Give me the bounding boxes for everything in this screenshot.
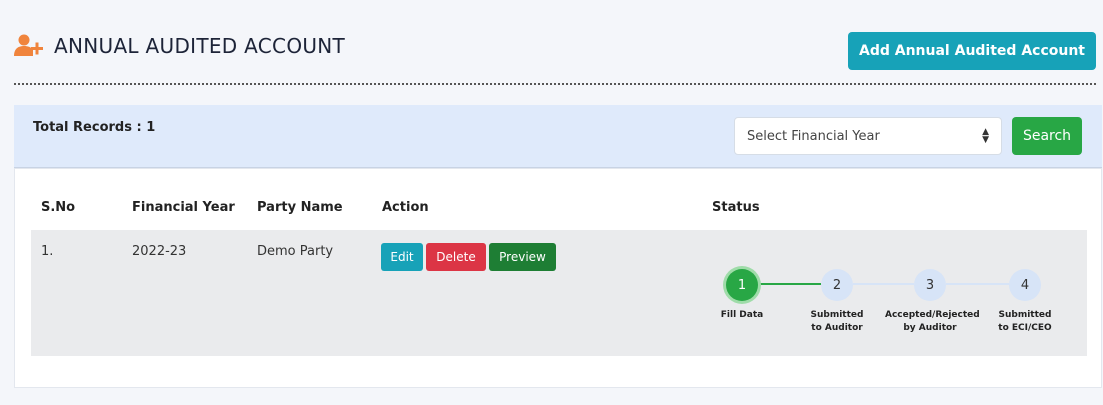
stepper-line [853,283,914,285]
column-header-status: Status [712,200,760,215]
user-plus-icon [14,34,43,56]
step-3-label: Accepted/Rejected by Auditor [885,309,980,335]
search-button[interactable]: Search [1012,117,1082,155]
column-header-financial-year: Financial Year [132,200,235,215]
total-records: Total Records : 1 [33,120,156,135]
column-header-party-name: Party Name [257,200,343,215]
stepper-line [946,283,1009,285]
header-divider [14,83,1096,85]
step-2-label-line2: to Auditor [811,323,863,333]
step-1-label: Fill Data [697,309,787,322]
select-arrows-icon: ▲ ▼ [982,127,989,145]
page: ANNUAL AUDITED ACCOUNT Add Annual Audite… [0,0,1103,405]
step-4-circle: 4 [1009,269,1041,301]
step-2-label: Submitted to Auditor [792,309,882,335]
title-wrap: ANNUAL AUDITED ACCOUNT [14,34,345,58]
records-card: S.No Financial Year Party Name Action St… [14,168,1102,388]
step-4-label: Submitted to ECI/CEO [980,309,1070,335]
edit-button[interactable]: Edit [381,243,423,271]
step-3-circle: 3 [914,269,946,301]
status-stepper: 1 2 3 4 Fill Data Submitted to Auditor A… [721,266,1070,346]
preview-button[interactable]: Preview [489,243,556,271]
step-4-label-line1: Submitted [998,310,1052,320]
financial-year-select[interactable]: Select Financial Year ▲ ▼ [734,117,1002,155]
add-annual-audited-account-button[interactable]: Add Annual Audited Account [848,32,1096,70]
financial-year-select-value: Select Financial Year [747,128,880,144]
step-3-label-line2: by Auditor [903,323,957,333]
page-title: ANNUAL AUDITED ACCOUNT [54,34,346,58]
step-2-label-line1: Submitted [810,310,864,320]
step-1-label-line1: Fill Data [720,310,764,320]
filter-bar: Total Records : 1 Select Financial Year … [14,105,1102,168]
table-row: 1. 2022-23 Demo Party Edit Delete Previe… [31,230,1087,356]
step-1-circle: 1 [726,269,758,301]
column-header-action: Action [382,200,429,215]
step-4-label-line2: to ECI/CEO [998,323,1052,333]
step-3-label-line1: Accepted/Rejected [885,310,980,320]
stepper-line-done [758,283,821,285]
cell-sno: 1. [41,244,54,259]
cell-party-name: Demo Party [257,244,334,259]
page-header: ANNUAL AUDITED ACCOUNT Add Annual Audite… [14,28,1096,88]
delete-button[interactable]: Delete [426,243,486,271]
step-2-circle: 2 [821,269,853,301]
row-actions: Edit Delete Preview [381,243,556,271]
column-header-sno: S.No [41,200,76,215]
cell-financial-year: 2022-23 [132,244,187,259]
